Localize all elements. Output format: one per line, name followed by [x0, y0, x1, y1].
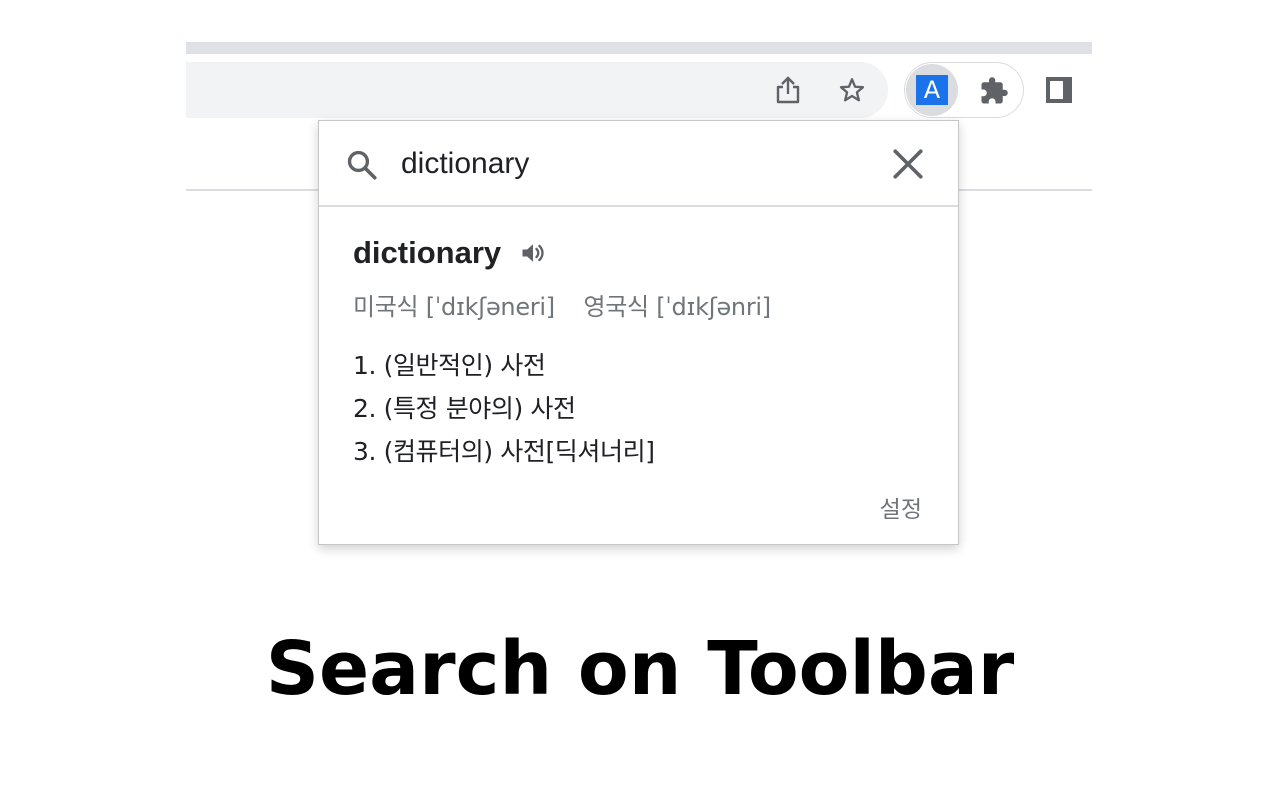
- translate-extension-button[interactable]: A: [906, 64, 958, 116]
- share-icon: [776, 76, 800, 104]
- definition-item: 3. (컴퓨터의) 사전[딕셔너리]: [353, 437, 655, 466]
- dictionary-entry: dictionary 미국식 [ˈdɪkʃəneri] 영국식 [ˈdɪkʃən…: [319, 207, 958, 473]
- definition-item: 1. (일반적인) 사전: [353, 351, 546, 380]
- tab-strip: [186, 42, 1092, 54]
- bookmark-button[interactable]: [838, 76, 866, 104]
- search-row: [319, 121, 958, 207]
- side-panel-button[interactable]: [1044, 75, 1074, 105]
- headword: dictionary: [353, 235, 502, 270]
- pronunciation-line: 미국식 [ˈdɪkʃəneri] 영국식 [ˈdɪkʃənri]: [353, 287, 958, 322]
- pronunciation-ipa-uk: [ˈdɪkʃənri]: [656, 293, 771, 321]
- search-input[interactable]: [401, 141, 881, 187]
- screenshot-stage: A dictionary dictionary 미국식 [ˈdɪkʃəneri]…: [0, 0, 1280, 800]
- search-icon: [347, 150, 377, 180]
- settings-link[interactable]: 설정: [880, 490, 922, 524]
- pronunciation-label-us: 미국식: [353, 293, 419, 321]
- promo-caption: Search on Toolbar: [265, 626, 1015, 712]
- star-icon: [839, 78, 865, 102]
- dictionary-popup: dictionary 미국식 [ˈdɪkʃəneri] 영국식 [ˈdɪkʃən…: [318, 120, 959, 545]
- extensions-menu-button[interactable]: [977, 74, 1011, 108]
- pronunciation-label-uk: 영국식: [583, 293, 650, 321]
- translate-extension-icon: A: [916, 75, 948, 105]
- definition-list: 1. (일반적인) 사전 2. (특정 분야의) 사전 3. (컴퓨터의) 사전…: [353, 344, 958, 473]
- address-bar[interactable]: [186, 62, 888, 118]
- definition-item: 2. (특정 분야의) 사전: [353, 394, 576, 423]
- speaker-icon[interactable]: [519, 239, 547, 267]
- side-panel-icon: [1046, 77, 1072, 103]
- pronunciation-ipa-us: [ˈdɪkʃəneri]: [425, 293, 555, 321]
- close-icon[interactable]: [891, 147, 925, 181]
- puzzle-icon: [981, 77, 1008, 104]
- browser-toolbar: A: [186, 54, 1092, 126]
- share-button[interactable]: [774, 76, 802, 104]
- headword-row: dictionary: [353, 235, 958, 271]
- extensions-group: A: [904, 62, 1024, 118]
